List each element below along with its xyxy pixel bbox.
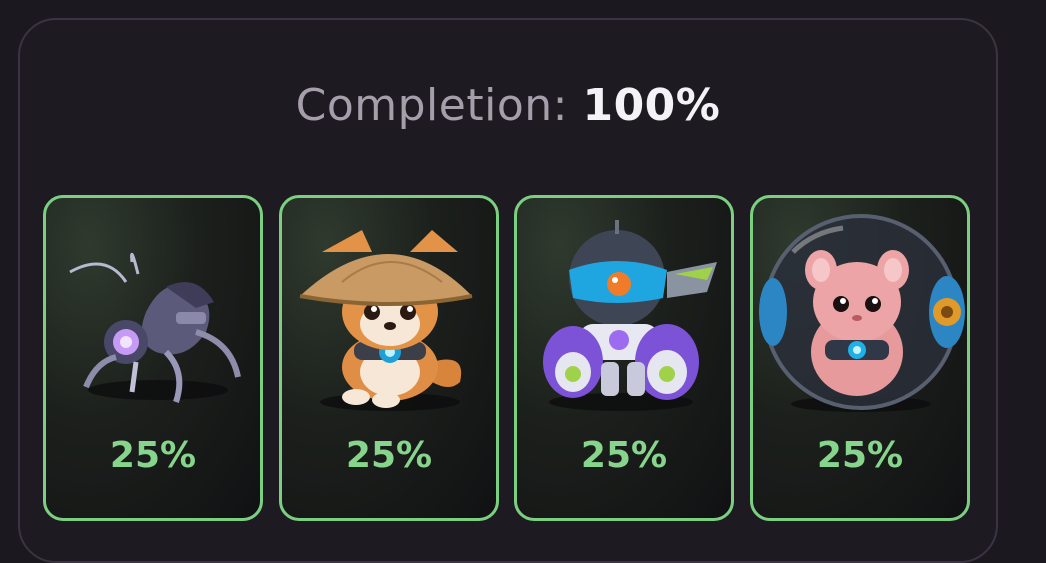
card-percent: 25% [109, 435, 197, 476]
card-hamster-ball[interactable]: 25% [750, 195, 970, 521]
robot-spider-icon [69, 252, 241, 403]
card-percent: 25% [345, 435, 433, 476]
card-space-mech[interactable]: 25% [514, 195, 734, 521]
shiba-dog-straw-hat-icon [299, 230, 473, 411]
space-mech-robot-icon [543, 220, 717, 411]
card-robot-spider[interactable]: 25% [43, 195, 263, 521]
completion-label: Completion: [295, 80, 568, 131]
completion-value: 100% [582, 80, 721, 131]
card-percent: 25% [816, 435, 904, 476]
card-shiba-dog[interactable]: 25% [279, 195, 499, 521]
hamster-ball-icon [759, 214, 965, 412]
completion-heading: Completion: 100% [0, 84, 1016, 128]
card-percent: 25% [580, 435, 668, 476]
